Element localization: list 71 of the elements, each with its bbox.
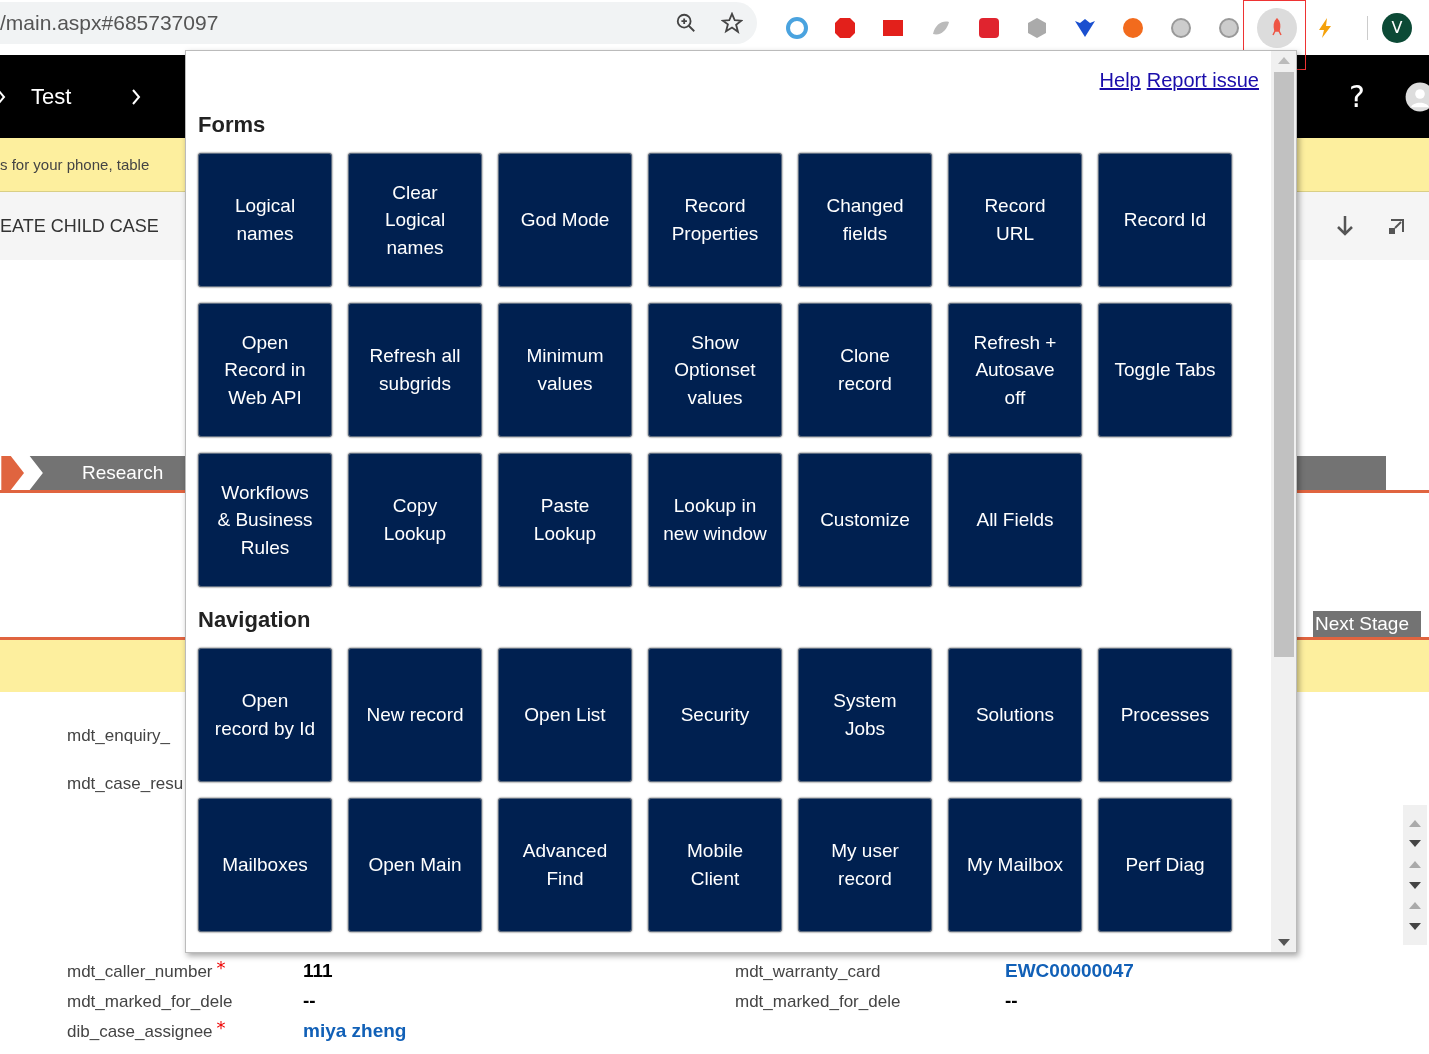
action-tile[interactable]: God Mode bbox=[498, 153, 632, 287]
action-tile[interactable]: Open Main bbox=[348, 798, 482, 932]
action-tile[interactable]: Toggle Tabs bbox=[1098, 303, 1232, 437]
url-text: /main.aspx#685737097 bbox=[0, 10, 220, 35]
field-value-link[interactable]: EWC00000047 bbox=[1005, 960, 1134, 982]
command-button[interactable]: EATE CHILD CASE bbox=[0, 215, 159, 237]
action-tile[interactable]: Open Record in Web API bbox=[198, 303, 332, 437]
chevron-icon bbox=[131, 87, 142, 106]
notice-text: s for your phone, table bbox=[0, 156, 150, 173]
action-tile[interactable]: Logical names bbox=[198, 153, 332, 287]
action-tile[interactable]: Workflows & Business Rules bbox=[198, 453, 332, 587]
action-tile[interactable]: Advanced Find bbox=[498, 798, 632, 932]
action-tile[interactable]: Copy Lookup bbox=[348, 453, 482, 587]
field-value: -- bbox=[1005, 990, 1018, 1012]
field-label: mdt_case_resu bbox=[67, 774, 184, 794]
breadcrumb[interactable]: Test bbox=[31, 83, 72, 110]
action-tile[interactable]: Security bbox=[648, 648, 782, 782]
scrollbar[interactable] bbox=[1271, 51, 1296, 952]
action-tile[interactable]: Show Optionset values bbox=[648, 303, 782, 437]
down-arrow-icon[interactable] bbox=[1335, 215, 1355, 237]
field-label: mdt_warranty_card bbox=[735, 962, 881, 982]
down-arrow-icon[interactable] bbox=[1409, 881, 1421, 889]
action-tile[interactable]: Record Id bbox=[1098, 153, 1232, 287]
field-label: mdt_marked_for_dele bbox=[67, 992, 233, 1012]
action-tile[interactable]: My Mailbox bbox=[948, 798, 1082, 932]
action-tile[interactable]: Record Properties bbox=[648, 153, 782, 287]
popout-icon[interactable] bbox=[1387, 216, 1407, 236]
action-tile[interactable]: Mailboxes bbox=[198, 798, 332, 932]
action-tile[interactable]: Lookup in new window bbox=[648, 453, 782, 587]
action-tile[interactable]: Paste Lookup bbox=[498, 453, 632, 587]
address-bar[interactable]: /main.aspx#685737097 bbox=[0, 1, 757, 44]
down-arrow-icon[interactable] bbox=[1409, 840, 1421, 848]
action-tile[interactable]: All Fields bbox=[948, 453, 1082, 587]
field-label: mdt_marked_for_dele bbox=[735, 992, 901, 1012]
link[interactable]: Help bbox=[1099, 69, 1141, 92]
field-value: -- bbox=[303, 990, 316, 1012]
field-label: dib_case_assignee bbox=[67, 1022, 213, 1042]
required-marker: * bbox=[216, 957, 226, 978]
action-tile[interactable]: Minimum values bbox=[498, 303, 632, 437]
zoom-icon[interactable] bbox=[675, 11, 697, 34]
section-heading: Forms bbox=[198, 112, 267, 138]
action-tile[interactable]: Customize bbox=[798, 453, 932, 587]
profile-avatar[interactable]: V bbox=[1382, 12, 1412, 43]
field-label: mdt_enquiry_ bbox=[67, 726, 170, 746]
action-tile[interactable]: System Jobs bbox=[798, 648, 932, 782]
star-icon[interactable] bbox=[721, 11, 743, 34]
action-tile[interactable]: Processes bbox=[1098, 648, 1232, 782]
action-tile[interactable]: Clear Logical names bbox=[348, 153, 482, 287]
field-label: mdt_caller_number bbox=[67, 962, 213, 982]
next-stage-button[interactable]: Next Stage bbox=[1313, 611, 1421, 637]
field-value: 111 bbox=[303, 960, 333, 982]
required-marker: * bbox=[216, 1017, 226, 1038]
action-tile[interactable]: Clone record bbox=[798, 303, 932, 437]
action-tile[interactable]: Mobile Client bbox=[648, 798, 782, 932]
action-tile[interactable]: Refresh + Autosave off bbox=[948, 303, 1082, 437]
link[interactable]: Report issue bbox=[1146, 69, 1259, 92]
action-tile[interactable]: Perf Diag bbox=[1098, 798, 1232, 932]
rocket-icon[interactable] bbox=[1257, 7, 1297, 48]
action-tile[interactable]: Open record by Id bbox=[198, 648, 332, 782]
action-tile[interactable]: My user record bbox=[798, 798, 932, 932]
down-arrow-icon[interactable] bbox=[1409, 923, 1421, 931]
field-value-link[interactable]: miya zheng bbox=[303, 1020, 407, 1042]
action-tile[interactable]: Open List bbox=[498, 648, 632, 782]
action-tile[interactable]: New record bbox=[348, 648, 482, 782]
section-heading: Navigation bbox=[198, 607, 312, 633]
action-tile[interactable]: Changed fields bbox=[798, 153, 932, 287]
action-tile[interactable]: Solutions bbox=[948, 648, 1082, 782]
help-button[interactable]: ? bbox=[1349, 79, 1365, 114]
action-tile[interactable]: Record URL bbox=[948, 153, 1082, 287]
action-tile[interactable]: Refresh all subgrids bbox=[348, 303, 482, 437]
scroll-down-icon[interactable] bbox=[1277, 939, 1290, 946]
